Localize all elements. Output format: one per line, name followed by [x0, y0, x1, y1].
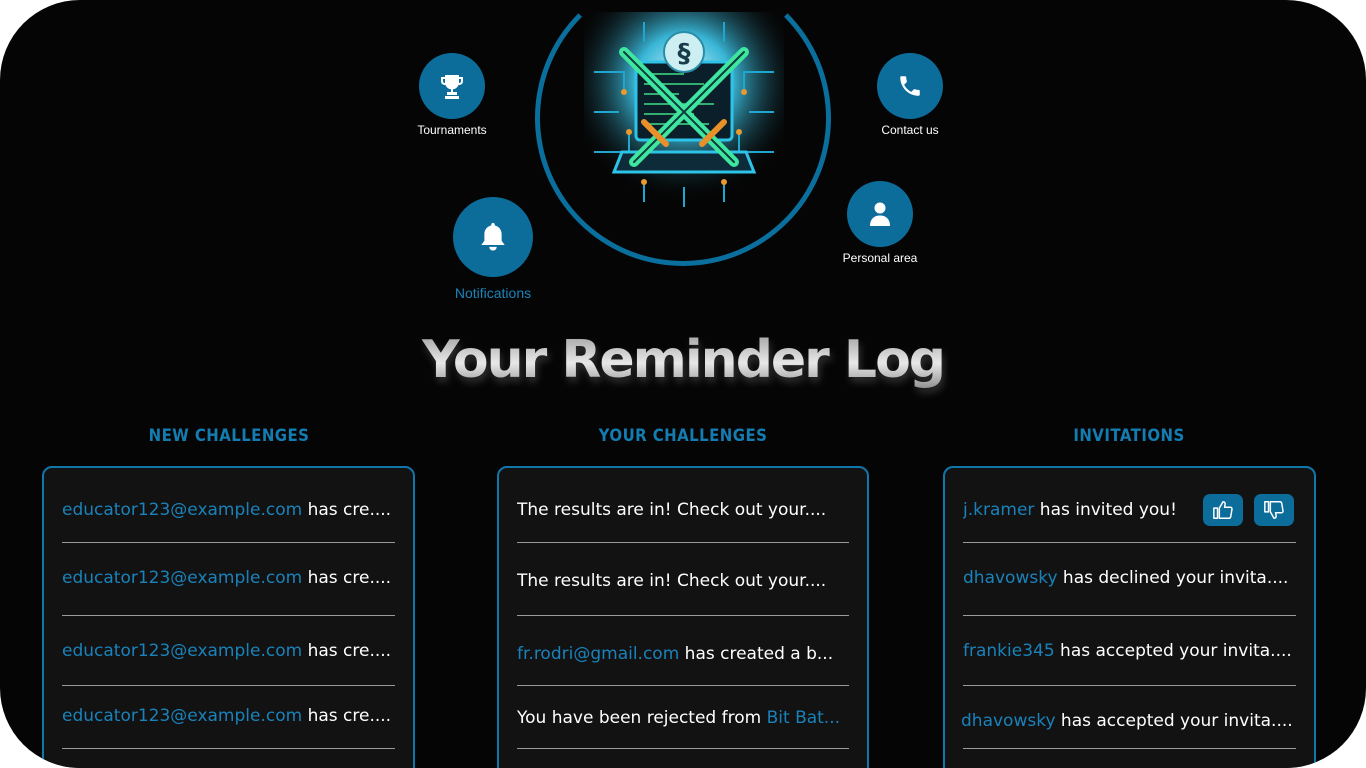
- user-link[interactable]: dhavowsky: [961, 711, 1056, 731]
- notification-text: The results are in! Check out your....: [517, 500, 827, 520]
- list-item[interactable]: The results are in! Check out your....: [517, 490, 849, 530]
- user-link[interactable]: j.kramer: [963, 500, 1034, 520]
- notification-text: has cre....: [302, 500, 392, 520]
- user-link[interactable]: dhavowsky: [963, 568, 1058, 588]
- list-item[interactable]: dhavowsky has accepted your invita....: [961, 701, 1296, 741]
- notification-text: has created a b...: [679, 644, 834, 664]
- site-logo[interactable]: §: [584, 12, 784, 212]
- page-title: Your Reminder Log: [0, 330, 1366, 390]
- user-link[interactable]: educator123@example.com: [62, 706, 302, 726]
- divider: [517, 615, 849, 616]
- list-item[interactable]: educator123@example.com has cre....: [62, 631, 395, 671]
- divider: [963, 748, 1296, 749]
- user-link[interactable]: educator123@example.com: [62, 641, 302, 661]
- thumbs-up-icon: [1213, 501, 1233, 519]
- divider: [963, 542, 1296, 543]
- invitations-panel: j.kramer has invited you! dhavowsky has …: [943, 466, 1316, 768]
- phone-icon: [900, 76, 920, 96]
- divider: [62, 748, 395, 749]
- notification-text: has declined your invita....: [1057, 568, 1289, 588]
- notification-text: You have been rejected from: [517, 708, 767, 728]
- nav-contact[interactable]: Contact us: [860, 53, 960, 137]
- nav-tournaments[interactable]: Tournaments: [402, 53, 502, 137]
- notification-text: has invited you!: [1034, 500, 1177, 520]
- nav-contact-label: Contact us: [881, 123, 939, 137]
- list-item[interactable]: educator123@example.com has cre....: [62, 558, 395, 598]
- notification-text: The results are in! Check out your....: [517, 571, 827, 591]
- divider: [62, 615, 395, 616]
- user-icon-circle[interactable]: [847, 181, 913, 247]
- user-link[interactable]: educator123@example.com: [62, 500, 302, 520]
- divider: [62, 685, 395, 686]
- nav-personal-area-label: Personal area: [842, 251, 918, 265]
- notification-text: has accepted your invita....: [1055, 711, 1293, 731]
- phone-icon-circle[interactable]: [877, 53, 943, 119]
- bell-icon-circle[interactable]: [453, 197, 533, 277]
- notification-text: has accepted your invita....: [1054, 641, 1292, 661]
- new-challenges-title: NEW CHALLENGES: [148, 426, 310, 446]
- user-icon: [870, 202, 890, 226]
- notification-text: has cre....: [302, 568, 392, 588]
- accept-invite-button[interactable]: [1203, 494, 1243, 526]
- svg-text:§: §: [678, 39, 691, 69]
- your-challenges-title: YOUR CHALLENGES: [598, 426, 768, 446]
- nav-notifications-label: Notifications: [454, 285, 532, 301]
- trophy-icon: [441, 75, 463, 99]
- nav-personal-area[interactable]: Personal area: [830, 181, 930, 265]
- divider: [963, 615, 1296, 616]
- divider: [517, 542, 849, 543]
- list-item[interactable]: educator123@example.com has cre....: [62, 490, 395, 530]
- list-item[interactable]: You have been rejected from Bit Bat...: [517, 698, 849, 738]
- user-link[interactable]: frankie345: [963, 641, 1055, 661]
- list-item[interactable]: j.kramer has invited you!: [963, 490, 1184, 530]
- thumbs-down-icon: [1264, 501, 1284, 519]
- list-item[interactable]: The results are in! Check out your....: [517, 561, 849, 601]
- divider: [62, 542, 395, 543]
- app-frame: § Tournaments Contact us Notifications P…: [0, 0, 1366, 768]
- list-item[interactable]: fr.rodri@gmail.com has created a b...: [517, 634, 849, 674]
- list-item[interactable]: educator123@example.com has cre....: [62, 696, 395, 736]
- divider: [517, 748, 849, 749]
- user-link[interactable]: educator123@example.com: [62, 568, 302, 588]
- your-challenges-panel: The results are in! Check out your.... T…: [497, 466, 869, 768]
- divider: [963, 685, 1296, 686]
- divider: [517, 685, 849, 686]
- new-challenges-panel: educator123@example.com has cre.... educ…: [42, 466, 415, 768]
- notification-text: has cre....: [302, 706, 392, 726]
- list-item[interactable]: frankie345 has accepted your invita....: [963, 631, 1296, 671]
- notification-text: has cre....: [302, 641, 392, 661]
- invitations-title: INVITATIONS: [1073, 426, 1185, 446]
- bell-icon: [481, 222, 505, 251]
- nav-notifications[interactable]: Notifications: [438, 197, 548, 301]
- trophy-icon-circle[interactable]: [419, 53, 485, 119]
- nav-tournaments-label: Tournaments: [417, 123, 487, 137]
- decline-invite-button[interactable]: [1254, 494, 1294, 526]
- user-link[interactable]: fr.rodri@gmail.com: [517, 644, 679, 664]
- challenge-link[interactable]: Bit Bat...: [767, 708, 840, 728]
- list-item[interactable]: dhavowsky has declined your invita....: [963, 558, 1296, 598]
